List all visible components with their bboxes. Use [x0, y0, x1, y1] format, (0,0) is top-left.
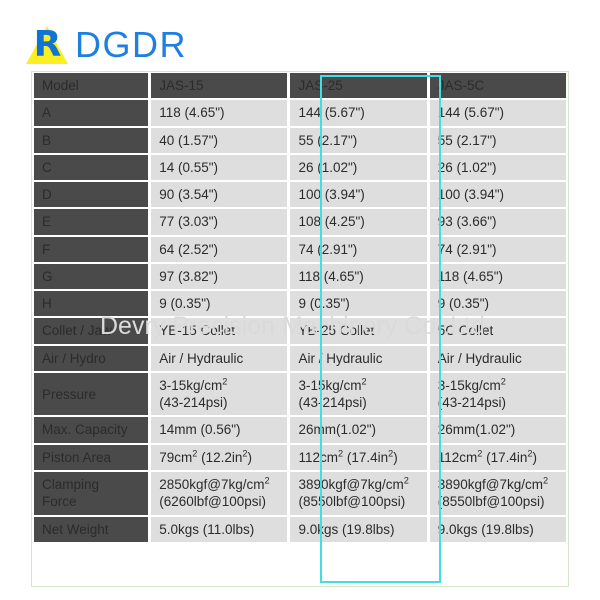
spec-row-label: H: [34, 291, 149, 317]
spec-row-label: B: [34, 127, 149, 153]
spec-table-row: Air / Hydro Air / Hydraulic Air / Hydrauli…: [34, 345, 566, 371]
spec-cell: 74 (2.91"): [429, 236, 566, 262]
spec-cell: 14 (0.55"): [151, 154, 288, 181]
spec-cell: Air / Hydraulic: [429, 345, 566, 371]
logo-letter-r: R: [33, 24, 62, 65]
spec-row-label: Max. Capacity: [34, 417, 149, 443]
spec-table-row: G 97 (3.82") 118 (4.65") 118 (4.65"): [34, 263, 566, 290]
spec-cell: 5C Collet: [429, 318, 566, 344]
spec-row-label: A: [34, 100, 149, 126]
spec-table-row: F 64 (2.52") 74 (2.91") 74 (2.91"): [34, 236, 566, 262]
spec-cell: 14mm (0.56"): [151, 417, 288, 443]
spec-row-label: D: [34, 182, 149, 208]
specification-table: Model JAS-15 JAS-25 JAS-5C A 118 (4.65") 144 (…: [31, 71, 569, 544]
spec-table-row: H9 (0.35") 9 (0.35") 9 (0.35"): [34, 291, 566, 317]
spec-cell: 9 (0.35"): [429, 291, 566, 317]
spec-cell: YB-25 Collet: [290, 318, 427, 344]
spec-header-model-label: Model: [34, 73, 149, 99]
spec-cell: 26 (1.02"): [290, 154, 427, 181]
spec-cell: 9.0kgs (19.8lbs): [290, 516, 427, 542]
dgdr-triangle-r-logo-icon: R: [26, 24, 68, 66]
spec-cell: Air / Hydraulic: [290, 345, 427, 371]
spec-column-header-jas-15: JAS-15: [151, 73, 288, 99]
spec-cell: 9.0kgs (19.8lbs): [429, 516, 566, 542]
spec-cell: 5.0kgs (11.0lbs): [151, 516, 288, 542]
spec-cell: 79cm2 (12.2in2): [151, 444, 288, 470]
spec-cell: 55 (2.17"): [290, 127, 427, 153]
spec-cell: 77 (3.03"): [151, 209, 288, 235]
spec-table-row: Pressure 3-15kg/cm2 (43-214psi) 3-15kg/cm2(…: [34, 372, 566, 416]
spec-table-row: A 118 (4.65") 144 (5.67") 144 (5.67"): [34, 100, 566, 126]
spec-cell: 97 (3.82"): [151, 263, 288, 290]
spec-cell: 100 (3.94"): [290, 182, 427, 208]
spec-row-label: F: [34, 236, 149, 262]
spec-row-label: Piston Area: [34, 444, 149, 470]
spec-cell: 55 (2.17"): [429, 127, 566, 153]
spec-table-row: Clamping Force 2850kgf@7kg/cm2 (6260lbf@100…: [34, 471, 566, 515]
spec-cell: 112cm2 (17.4in2): [290, 444, 427, 470]
spec-cell: 3-15kg/cm2 (43-214psi): [151, 372, 288, 416]
spec-cell: 3890kgf@7kg/cm2 (8550lbf@100psi): [290, 471, 427, 515]
spec-cell: 40 (1.57"): [151, 127, 288, 153]
spec-table-row: Max. Capacity 14mm (0.56") 26mm(1.02") 26mm…: [34, 417, 566, 443]
spec-cell: YB-15 Collet: [151, 318, 288, 344]
spec-cell: 9 (0.35"): [290, 291, 427, 317]
spec-cell: 26mm(1.02"): [290, 417, 427, 443]
spec-table-row: E 77 (3.03") 108 (4.25") 93 (3.66"): [34, 209, 566, 235]
spec-row-label: Air / Hydro: [34, 345, 149, 371]
spec-row-label: Clamping Force: [34, 471, 149, 515]
spec-cell: 64 (2.52"): [151, 236, 288, 262]
spec-cell: 100 (3.94"): [429, 182, 566, 208]
spec-cell: 2850kgf@7kg/cm2 (6260lbf@100psi): [151, 471, 288, 515]
spec-row-label: C: [34, 154, 149, 181]
spec-cell: 3-15kg/cm2 (43-214psi): [429, 372, 566, 416]
spec-row-label: Collet / Jaw: [34, 318, 149, 344]
spec-cell: 118 (4.65"): [151, 100, 288, 126]
spec-cell: 74 (2.91"): [290, 236, 427, 262]
spec-cell: 144 (5.67"): [290, 100, 427, 126]
spec-row-label: Pressure: [34, 372, 149, 416]
spec-table-body: Model JAS-15 JAS-25 JAS-5C A 118 (4.65") 144 (…: [34, 73, 566, 542]
spec-cell: 26 (1.02"): [429, 154, 566, 181]
spec-cell: 93 (3.66"): [429, 209, 566, 235]
spec-cell: 3-15kg/cm2 (43-214psi): [290, 372, 427, 416]
spec-cell: 112cm2 (17.4in2): [429, 444, 566, 470]
spec-cell: 9 (0.35"): [151, 291, 288, 317]
spec-table-row: Piston Area 79cm2 (12.2in2) 112cm2 (17.4in…: [34, 444, 566, 470]
spec-cell: Air / Hydraulic: [151, 345, 288, 371]
spec-row-label: G: [34, 263, 149, 290]
brand-logo: R DGDR: [26, 22, 187, 68]
spec-table-row: D 90 (3.54") 100 (3.94") 100 (3.94"): [34, 182, 566, 208]
spec-table-row: Net Weight 5.0kgs (11.0lbs) 9.0kgs (19.8lb…: [34, 516, 566, 542]
spec-header-row: Model JAS-15 JAS-25 JAS-5C: [34, 73, 566, 99]
spec-cell: 118 (4.65"): [429, 263, 566, 290]
spec-row-label: E: [34, 209, 149, 235]
brand-wordmark: DGDR: [75, 24, 187, 65]
spec-column-header-jas-25: JAS-25: [290, 73, 427, 99]
spec-table-row: Collet / Jaw YB-15 Collet YB-25 Collet 5C C…: [34, 318, 566, 344]
spec-row-label: Net Weight: [34, 516, 149, 542]
spec-cell: 3890kgf@7kg/cm2 (8550lbf@100psi): [429, 471, 566, 515]
spec-cell: 108 (4.25"): [290, 209, 427, 235]
spec-cell: 90 (3.54"): [151, 182, 288, 208]
spec-cell: 144 (5.67"): [429, 100, 566, 126]
spec-table-row: C 14 (0.55") 26 (1.02") 26 (1.02"): [34, 154, 566, 181]
spec-cell: 26mm(1.02"): [429, 417, 566, 443]
spec-column-header-jas-5c: JAS-5C: [429, 73, 566, 99]
spec-table-row: B 40 (1.57") 55 (2.17") 55 (2.17"): [34, 127, 566, 153]
spec-cell: 118 (4.65"): [290, 263, 427, 290]
